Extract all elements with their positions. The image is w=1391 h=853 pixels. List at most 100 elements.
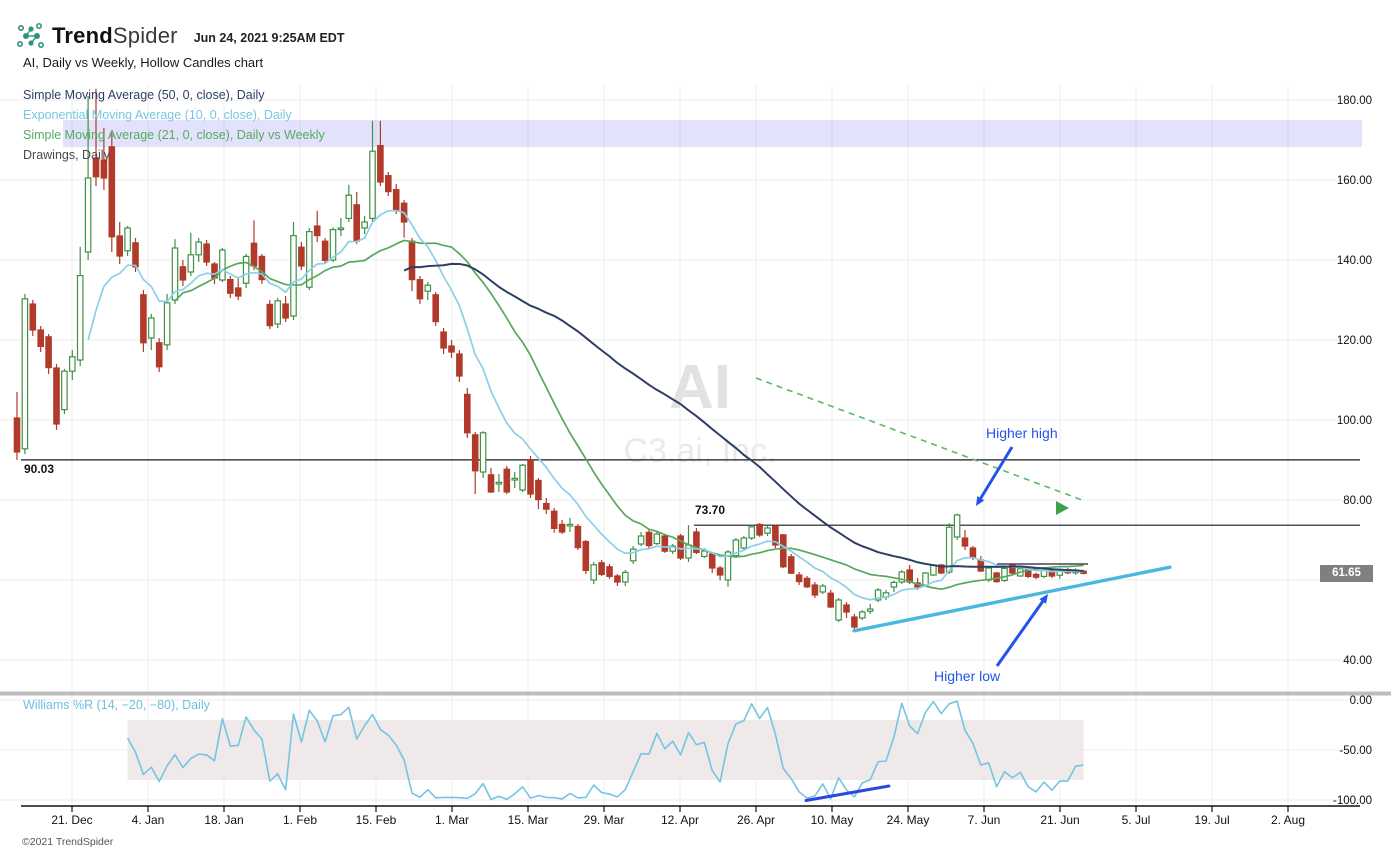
candle-body — [345, 194, 353, 219]
x-axis-tick-label: 21. Dec — [51, 813, 92, 827]
candle-body — [37, 329, 45, 347]
candle-body — [637, 535, 645, 545]
candle-body — [574, 525, 582, 549]
candle-body — [76, 275, 84, 361]
legend-drawings[interactable]: Drawings, Daily — [23, 145, 325, 165]
candle-body — [542, 503, 550, 510]
candle-body — [606, 566, 613, 577]
app-header: TrendSpider Jun 24, 2021 9:25AM EDT — [16, 20, 344, 52]
trendspider-logo-icon[interactable] — [16, 20, 46, 52]
x-axis-tick-label: 15. Mar — [508, 813, 549, 827]
candle-body — [487, 474, 495, 493]
candle-body — [353, 204, 361, 242]
legend-williams-r[interactable]: Williams %R (14, −20, −80), Daily — [23, 698, 210, 712]
candle-body — [321, 240, 329, 261]
x-axis-tick-label: 15. Feb — [356, 813, 397, 827]
candle-body — [155, 342, 163, 368]
candle-body — [614, 575, 621, 583]
candle-body — [471, 434, 479, 472]
candle-body — [282, 303, 289, 319]
candle-body — [550, 510, 558, 530]
candle-body — [68, 356, 76, 372]
candle-body — [242, 255, 250, 284]
wr-trendline-segment — [804, 784, 891, 802]
legend-sma50[interactable]: Simple Moving Average (50, 0, close), Da… — [23, 85, 325, 105]
higher-low-arrow — [995, 598, 1046, 667]
candle-body — [227, 279, 234, 294]
candle-body — [590, 564, 598, 581]
x-axis-tick-label: 10. May — [811, 813, 854, 827]
candle-body — [132, 242, 139, 268]
candle-body — [748, 526, 756, 539]
brand-wordmark[interactable]: TrendSpider — [52, 23, 178, 49]
candle-body — [163, 302, 171, 346]
candle-body — [1001, 567, 1008, 582]
candle-body — [369, 150, 376, 219]
candle-body — [187, 254, 195, 273]
candle-body — [582, 540, 590, 571]
legend-sma21[interactable]: Simple Moving Average (21, 0, close), Da… — [23, 125, 325, 145]
x-axis-tick-label: 18. Jan — [204, 813, 243, 827]
weekly-sma-triangle-marker — [1056, 501, 1069, 515]
candle-body — [234, 287, 242, 297]
candle-body — [779, 534, 787, 568]
candle-body — [479, 432, 487, 473]
candle-body — [448, 345, 455, 353]
candle-body — [424, 284, 432, 292]
candle-body — [661, 535, 669, 552]
candle-body — [629, 548, 637, 562]
candle-body — [377, 145, 384, 183]
candle-body — [53, 367, 60, 425]
candle-body — [787, 556, 795, 574]
legend-ema10[interactable]: Exponential Moving Average (10, 0, close… — [23, 105, 325, 125]
candle-body — [116, 235, 124, 257]
x-axis-tick-label: 19. Jul — [1194, 813, 1229, 827]
candle-body — [416, 279, 424, 300]
candle-body — [890, 581, 898, 588]
candle-body — [503, 468, 511, 493]
candle-body — [408, 240, 416, 281]
candle-body — [495, 481, 503, 485]
candle-body — [930, 564, 937, 576]
annotation-higher-low[interactable]: Higher low — [934, 668, 1000, 684]
candle-body — [440, 331, 447, 349]
candle-body — [385, 175, 392, 193]
candle-body — [961, 537, 969, 547]
candle-body — [219, 249, 226, 281]
candle-body — [708, 553, 716, 569]
panel-separator[interactable] — [0, 691, 1391, 696]
candle-body — [827, 592, 835, 608]
candle-body — [985, 567, 993, 581]
annotation-higher-high[interactable]: Higher high — [986, 425, 1058, 441]
candle-body — [290, 235, 297, 317]
wr-axis-label: -100.00 — [1333, 795, 1372, 807]
candle-body — [250, 242, 258, 267]
price-axis-label: 160.00 — [1337, 175, 1372, 187]
candle-body — [764, 527, 771, 534]
candle-body — [716, 567, 724, 576]
candle-body — [29, 303, 37, 331]
price-level-label-7370: 73.70 — [695, 503, 726, 517]
candle-body — [858, 611, 866, 619]
price-axis-label: 180.00 — [1337, 95, 1372, 107]
candle-body — [795, 574, 803, 583]
candle-body — [456, 353, 463, 377]
x-axis-tick-label: 4. Jan — [132, 813, 165, 827]
x-axis-tick-label: 12. Apr — [661, 813, 699, 827]
candle-body — [511, 477, 519, 481]
candle-body — [756, 523, 763, 536]
candle-body — [645, 531, 653, 547]
brand-light: Spider — [112, 23, 178, 48]
candle-body — [969, 547, 977, 558]
candle-body — [266, 303, 274, 327]
candle-body — [84, 177, 92, 253]
price-axis-label: 120.00 — [1337, 335, 1372, 347]
candle-body — [361, 221, 368, 229]
brand-bold: Trend — [52, 23, 113, 48]
candle-body — [21, 298, 29, 450]
candle-body — [558, 523, 566, 533]
price-axis-label: 140.00 — [1337, 255, 1372, 267]
wr-shaded-zone — [127, 720, 1084, 780]
candle-body — [953, 514, 961, 538]
candle-body — [203, 243, 210, 263]
